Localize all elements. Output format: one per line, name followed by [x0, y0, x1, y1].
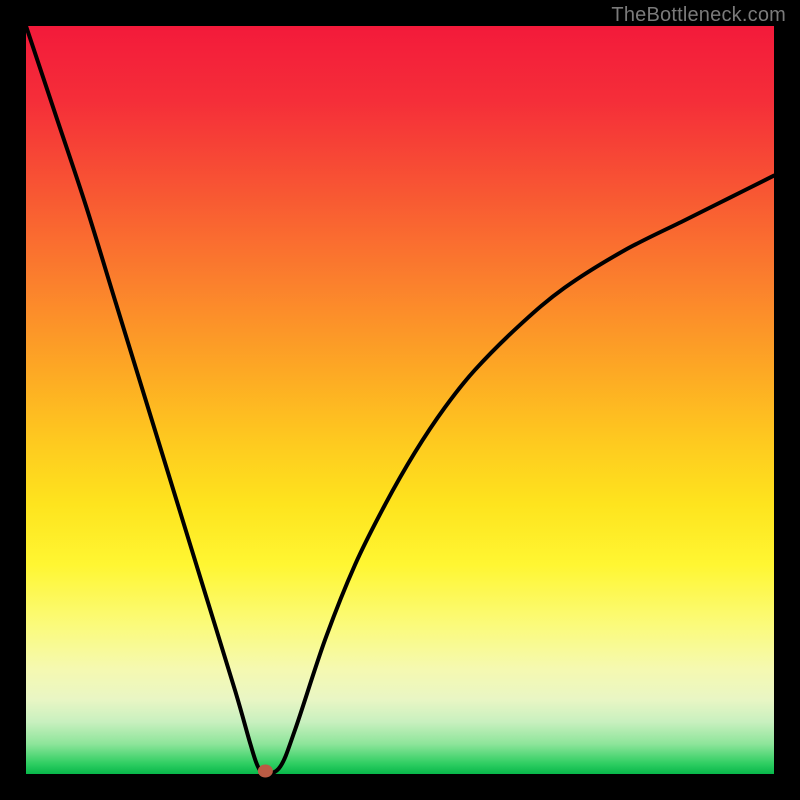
watermark-text: TheBottleneck.com [611, 4, 786, 27]
bottleneck-curve [26, 26, 774, 774]
chart-frame: TheBottleneck.com [0, 0, 800, 800]
plot-area [26, 26, 774, 774]
curve-layer [26, 26, 774, 774]
min-point-marker [258, 765, 272, 777]
